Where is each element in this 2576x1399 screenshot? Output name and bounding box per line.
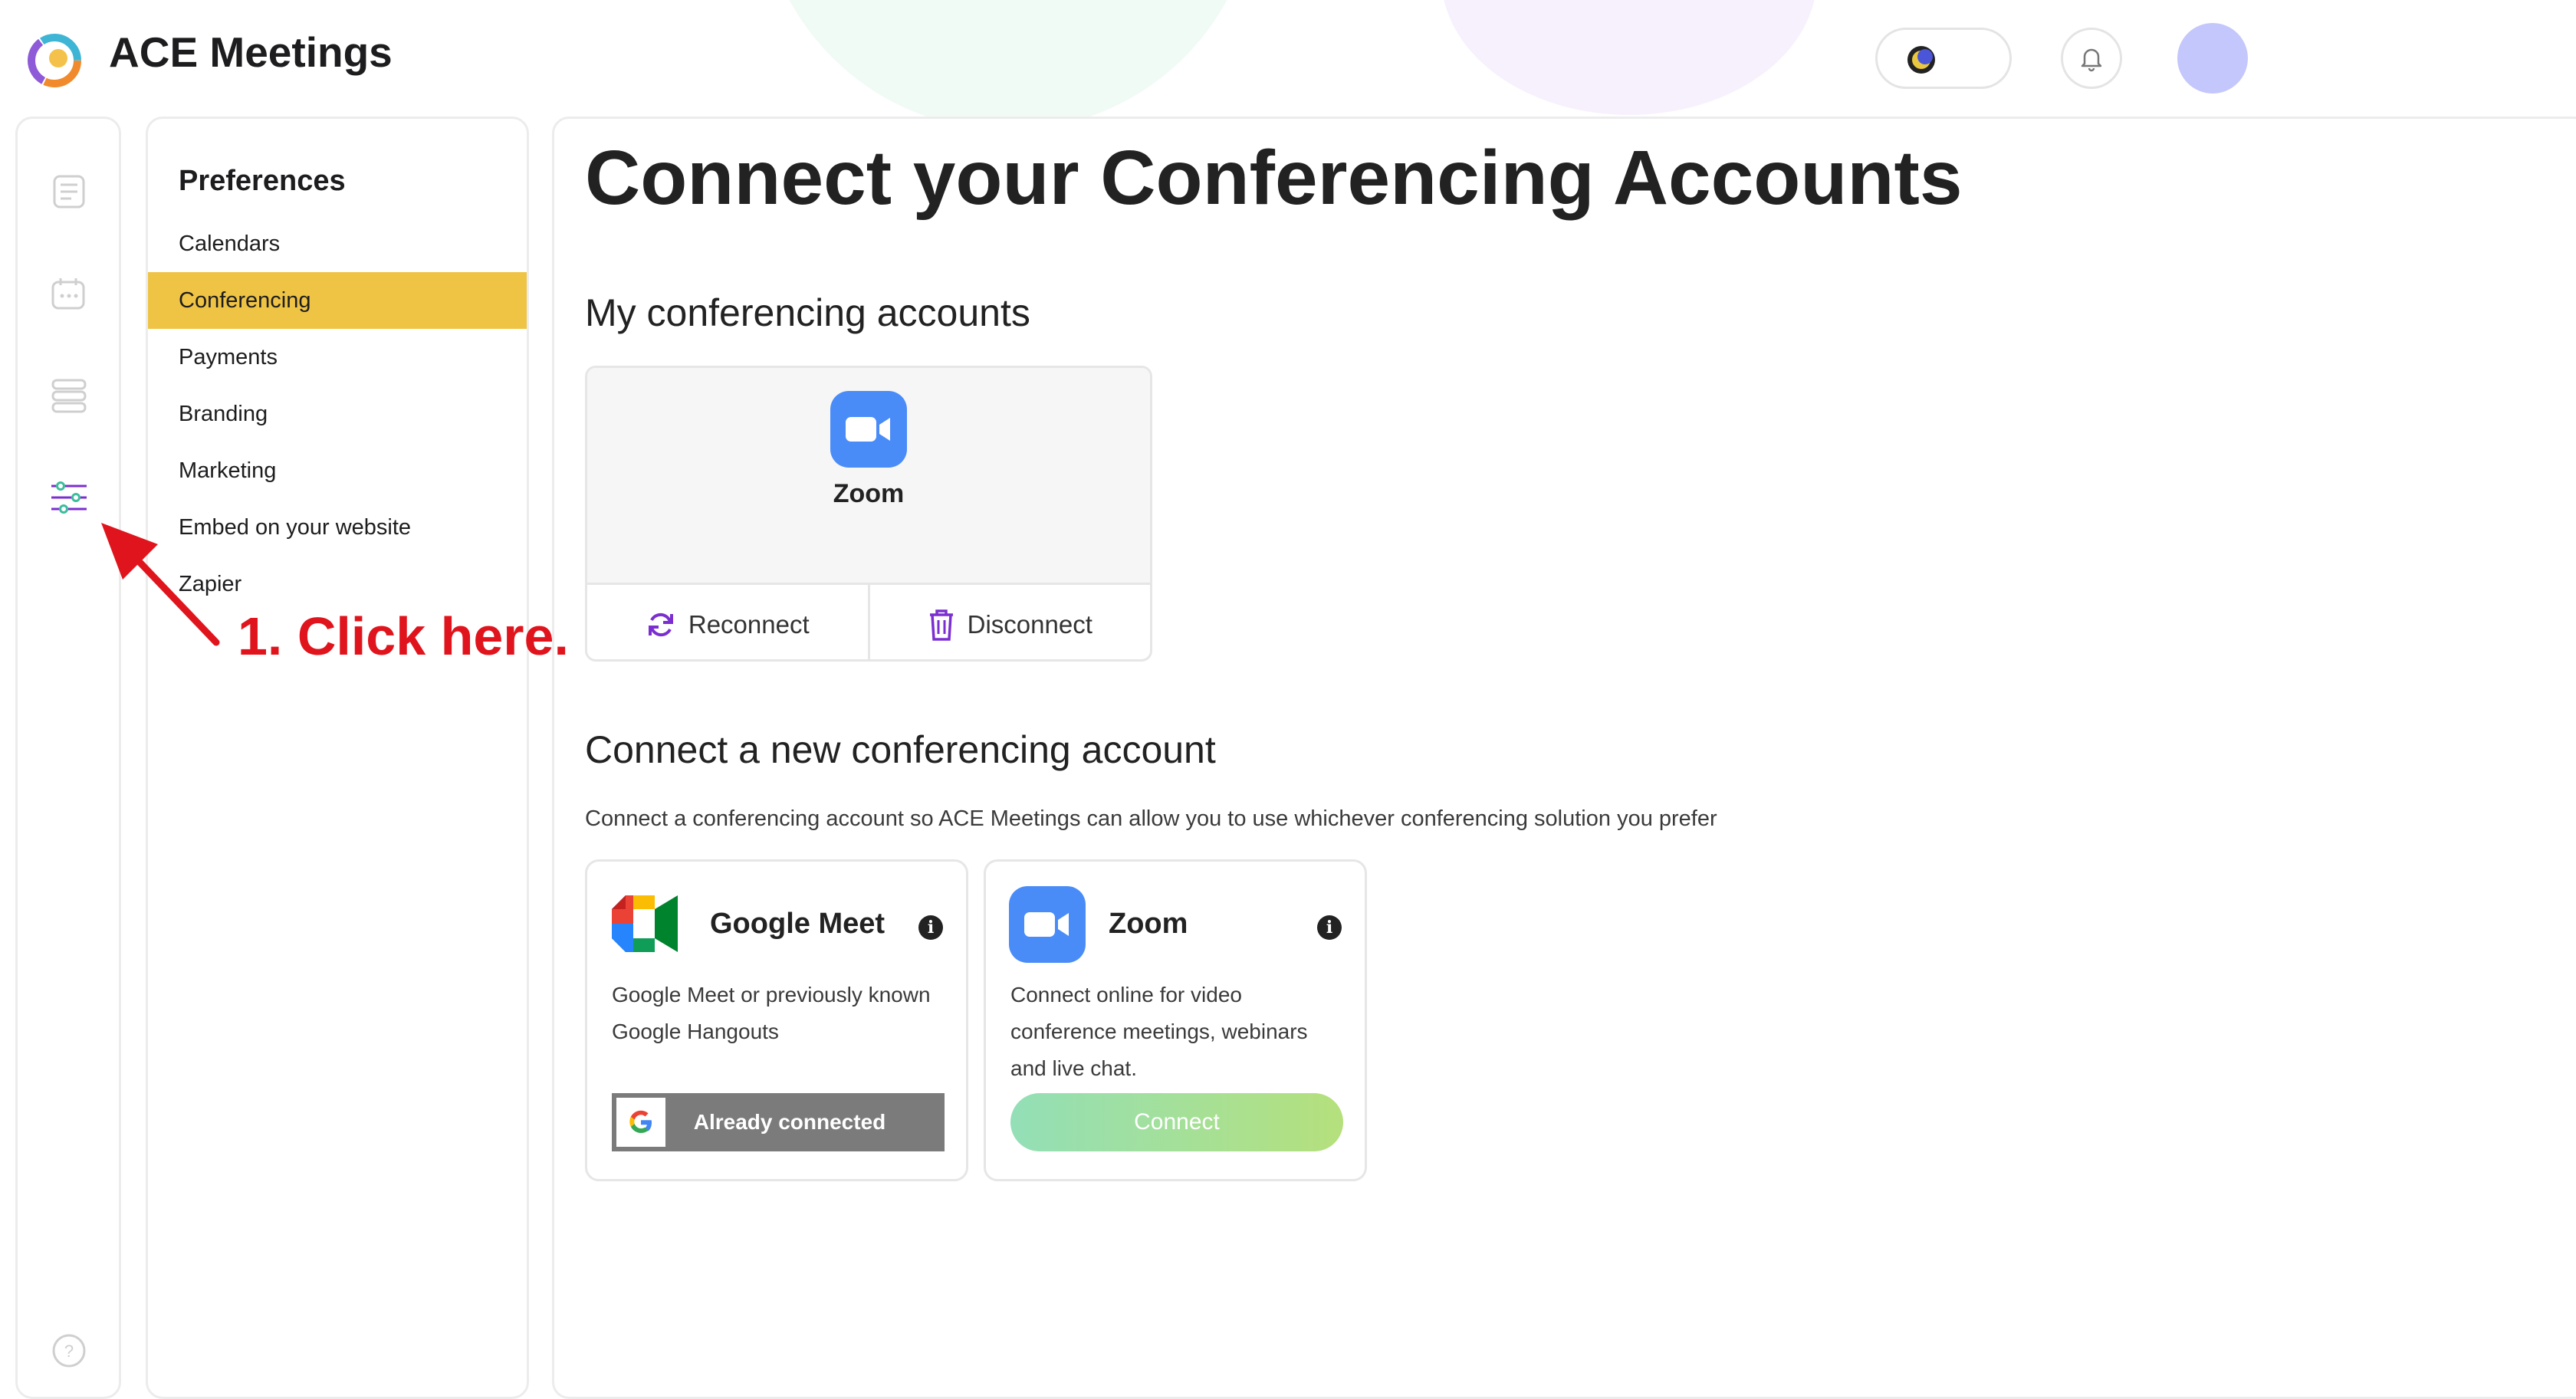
info-icon[interactable]: i: [918, 915, 943, 940]
provider-card-google-meet: Google Meet i Google Meet or previously …: [585, 859, 968, 1181]
document-list-icon: [53, 175, 85, 209]
preferences-item-marketing[interactable]: Marketing: [148, 442, 527, 499]
google-meet-icon: [612, 895, 678, 952]
rail-item-documents[interactable]: [47, 169, 91, 214]
main-content: Connect your Conferencing Accounts My co…: [552, 117, 2576, 1399]
calendar-chat-icon: [51, 278, 85, 310]
bell-icon: [2081, 48, 2102, 72]
svg-text:?: ?: [64, 1342, 74, 1361]
preferences-item-conferencing[interactable]: Conferencing: [148, 272, 527, 329]
trash-icon: [929, 609, 953, 641]
preferences-item-branding[interactable]: Branding: [148, 386, 527, 442]
provider-description: Connect online for video conference meet…: [1010, 983, 1308, 1080]
sliders-icon: [51, 481, 87, 514]
rail-item-calendar[interactable]: [47, 272, 91, 317]
account-name: Zoom: [833, 479, 905, 508]
preferences-item-payments[interactable]: Payments: [148, 329, 527, 386]
rail-item-lists[interactable]: [47, 373, 91, 418]
preferences-item-calendars[interactable]: Calendars: [148, 215, 527, 272]
app-logo-icon: [28, 34, 81, 87]
already-connected-button[interactable]: Already connected: [612, 1093, 945, 1151]
icon-rail: ?: [15, 117, 121, 1399]
connect-button[interactable]: Connect: [1010, 1093, 1343, 1151]
app-title: ACE Meetings: [109, 28, 393, 76]
avatar[interactable]: [2177, 23, 2248, 94]
theme-toggle[interactable]: [1875, 28, 2012, 89]
zoom-icon: [830, 391, 907, 468]
page-title: Connect your Conferencing Accounts: [585, 135, 1963, 221]
my-accounts-title: My conferencing accounts: [585, 291, 1030, 334]
preferences-panel: Preferences Calendars Conferencing Payme…: [146, 117, 529, 1399]
help-icon: ?: [52, 1334, 86, 1368]
stacked-list-icon: [51, 379, 87, 413]
notifications-button[interactable]: [2061, 28, 2122, 89]
provider-name: Google Meet: [710, 908, 886, 940]
provider-description: Google Meet or previously known Google H…: [612, 983, 931, 1043]
disconnect-button[interactable]: Disconnect: [867, 585, 1151, 659]
annotation-arrow-icon: [101, 523, 220, 646]
rail-item-settings[interactable]: [47, 475, 91, 520]
top-header: ACE Meetings: [0, 0, 2576, 117]
zoom-icon: [1009, 886, 1086, 963]
account-actions: Reconnect Disconnect: [587, 583, 1151, 659]
provider-card-zoom: Zoom i Connect online for video conferen…: [984, 859, 1367, 1181]
reconnect-button[interactable]: Reconnect: [587, 585, 868, 659]
connected-account-card: Zoom Reconnect Disconnect: [585, 366, 1152, 662]
annotation-text: 1. Click here.: [238, 606, 569, 666]
preferences-title: Preferences: [179, 165, 346, 197]
disconnect-label: Disconnect: [967, 609, 1092, 639]
google-icon: [616, 1098, 665, 1147]
provider-name: Zoom: [1109, 908, 1188, 940]
rail-item-help[interactable]: ?: [47, 1328, 91, 1373]
account-card-header: Zoom: [587, 368, 1150, 583]
new-account-title: Connect a new conferencing account: [585, 728, 1216, 771]
moon-icon: [1907, 46, 1935, 74]
new-account-description: Connect a conferencing account so ACE Me…: [585, 806, 1717, 831]
info-icon[interactable]: i: [1317, 915, 1342, 940]
refresh-icon: [648, 612, 673, 636]
reconnect-label: Reconnect: [688, 609, 810, 639]
already-connected-label: Already connected: [693, 1110, 886, 1134]
